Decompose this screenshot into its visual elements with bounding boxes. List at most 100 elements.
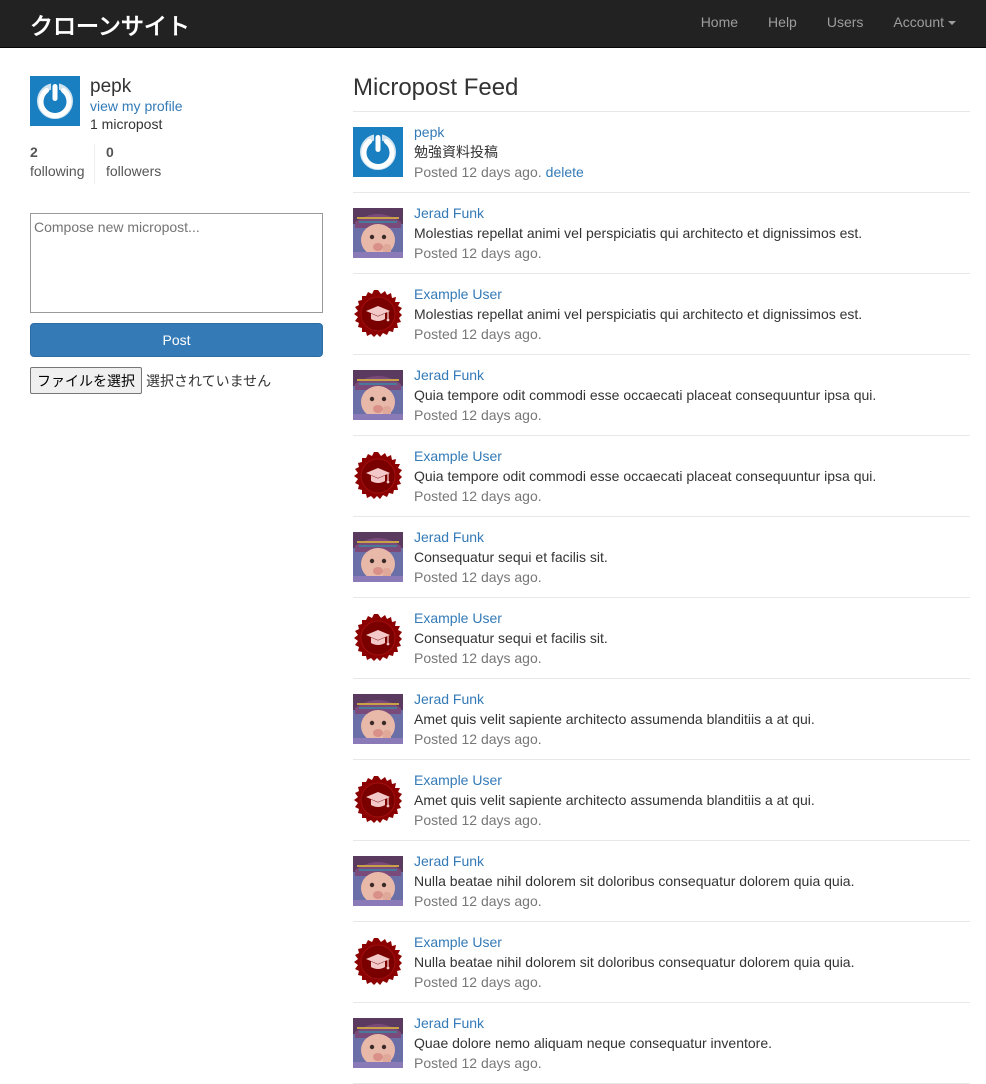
post-time-text: Posted 12 days ago. bbox=[414, 731, 542, 747]
user-info: pepk view my profile 1 micropost bbox=[30, 76, 323, 132]
feed-item: Jerad Funk Quia tempore odit commodi esse… bbox=[353, 355, 970, 436]
post-time-text: Posted 12 days ago. bbox=[414, 326, 542, 342]
choose-file-button[interactable]: ファイルを選択 bbox=[30, 367, 142, 394]
feed-item: pepk 勉強資料投稿 Posted 12 days ago. delete bbox=[353, 112, 970, 193]
post-content: 勉強資料投稿 bbox=[414, 144, 498, 160]
post-content: Amet quis velit sapiente architecto assu… bbox=[414, 792, 815, 808]
following-stat[interactable]: 2 following bbox=[30, 144, 95, 184]
followers-count: 0 bbox=[106, 144, 114, 160]
post-timestamp: Posted 12 days ago. bbox=[414, 569, 542, 586]
nav-help[interactable]: Help bbox=[753, 0, 812, 47]
followers-stat[interactable]: 0 followers bbox=[106, 144, 161, 184]
post-button[interactable]: Post bbox=[30, 323, 323, 357]
brand-logo[interactable]: クローンサイト bbox=[30, 7, 190, 41]
user-avatar[interactable] bbox=[30, 76, 80, 126]
post-content: Nulla beatae nihil dolorem sit doloribus… bbox=[414, 954, 855, 970]
following-label: following bbox=[30, 163, 85, 179]
post-content: Consequatur sequi et facilis sit. bbox=[414, 630, 608, 646]
post-user-link[interactable]: Jerad Funk bbox=[414, 205, 484, 222]
post-content: Molestias repellat animi vel perspiciati… bbox=[414, 225, 863, 241]
user-avatar[interactable] bbox=[353, 127, 403, 177]
delete-post-link[interactable]: delete bbox=[546, 164, 584, 180]
post-user-link[interactable]: Jerad Funk bbox=[414, 1015, 484, 1032]
post-content: Quia tempore odit commodi esse occaecati… bbox=[414, 387, 877, 403]
feed-item: Example User Amet quis velit sapiente arc… bbox=[353, 760, 970, 841]
post-timestamp: Posted 12 days ago. delete bbox=[414, 164, 584, 181]
post-user-link[interactable]: Example User bbox=[414, 286, 502, 303]
post-time-text: Posted 12 days ago. bbox=[414, 893, 542, 909]
post-user-link[interactable]: Jerad Funk bbox=[414, 691, 484, 708]
nav-account-dropdown[interactable]: Account bbox=[878, 0, 971, 47]
stats: 2 following 0 followers bbox=[30, 144, 323, 184]
post-time-text: Posted 12 days ago. bbox=[414, 650, 542, 666]
user-avatar[interactable] bbox=[353, 937, 403, 987]
post-content: Nulla beatae nihil dolorem sit doloribus… bbox=[414, 873, 855, 889]
feed-item: Example User Quia tempore odit commodi es… bbox=[353, 436, 970, 517]
micropost-count: 1 micropost bbox=[90, 116, 163, 132]
feed-item: Jerad Funk Nulla beatae nihil dolorem sit… bbox=[353, 841, 970, 922]
feed-item: Jerad Funk Amet quis velit sapiente archi… bbox=[353, 679, 970, 760]
feed-item: Jerad Funk Consequatur sequi et facilis s… bbox=[353, 517, 970, 598]
post-time-text: Posted 12 days ago. bbox=[414, 488, 542, 504]
post-content: Molestias repellat animi vel perspiciati… bbox=[414, 306, 863, 322]
sidebar: pepk view my profile 1 micropost 2 follo… bbox=[30, 76, 323, 394]
user-avatar[interactable] bbox=[353, 694, 403, 744]
nav-menu: Home Help Users Account bbox=[686, 0, 971, 47]
user-name: pepk bbox=[90, 76, 132, 97]
main-content: Micropost Feed pepk 勉強資料投稿 Posted 12 days … bbox=[353, 66, 970, 1084]
post-time-text: Posted 12 days ago. bbox=[414, 164, 542, 180]
post-user-link[interactable]: Jerad Funk bbox=[414, 367, 484, 384]
user-avatar[interactable] bbox=[353, 613, 403, 663]
navbar: クローンサイト Home Help Users Account bbox=[0, 0, 986, 48]
post-user-link[interactable]: Example User bbox=[414, 610, 502, 627]
view-profile-link[interactable]: view my profile bbox=[90, 98, 183, 115]
post-timestamp: Posted 12 days ago. bbox=[414, 812, 542, 829]
followers-label: followers bbox=[106, 163, 162, 179]
feed-item: Jerad Funk Molestias repellat animi vel p… bbox=[353, 193, 970, 274]
post-time-text: Posted 12 days ago. bbox=[414, 245, 542, 261]
post-content: Quae dolore nemo aliquam neque consequat… bbox=[414, 1035, 773, 1051]
post-time-text: Posted 12 days ago. bbox=[414, 569, 542, 585]
post-timestamp: Posted 12 days ago. bbox=[414, 974, 542, 991]
post-user-link[interactable]: Example User bbox=[414, 772, 502, 789]
post-timestamp: Posted 12 days ago. bbox=[414, 1055, 542, 1072]
post-user-link[interactable]: Jerad Funk bbox=[414, 853, 484, 870]
post-time-text: Posted 12 days ago. bbox=[414, 812, 542, 828]
micropost-feed: pepk 勉強資料投稿 Posted 12 days ago. delete Jerad… bbox=[353, 112, 970, 1084]
user-avatar[interactable] bbox=[353, 532, 403, 582]
feed-title: Micropost Feed bbox=[353, 66, 970, 112]
post-timestamp: Posted 12 days ago. bbox=[414, 245, 542, 262]
user-avatar[interactable] bbox=[353, 370, 403, 420]
post-timestamp: Posted 12 days ago. bbox=[414, 326, 542, 343]
feed-item: Jerad Funk Quae dolore nemo aliquam neque… bbox=[353, 1003, 970, 1084]
post-timestamp: Posted 12 days ago. bbox=[414, 650, 542, 667]
user-avatar[interactable] bbox=[353, 208, 403, 258]
post-user-link[interactable]: Example User bbox=[414, 448, 502, 465]
compose-micropost-input[interactable] bbox=[30, 213, 323, 313]
feed-item: Example User Nulla beatae nihil dolorem s… bbox=[353, 922, 970, 1003]
post-content: Amet quis velit sapiente architecto assu… bbox=[414, 711, 815, 727]
user-avatar[interactable] bbox=[353, 1018, 403, 1068]
user-avatar[interactable] bbox=[353, 451, 403, 501]
post-timestamp: Posted 12 days ago. bbox=[414, 488, 542, 505]
nav-account-label: Account bbox=[893, 14, 944, 30]
feed-item: Example User Consequatur sequi et facilis… bbox=[353, 598, 970, 679]
nav-users[interactable]: Users bbox=[812, 0, 879, 47]
user-avatar[interactable] bbox=[353, 856, 403, 906]
user-avatar[interactable] bbox=[353, 775, 403, 825]
post-user-link[interactable]: pepk bbox=[414, 124, 444, 141]
post-user-link[interactable]: Example User bbox=[414, 934, 502, 951]
post-time-text: Posted 12 days ago. bbox=[414, 974, 542, 990]
file-upload: ファイルを選択 選択されていません bbox=[30, 367, 271, 394]
post-content: Quia tempore odit commodi esse occaecati… bbox=[414, 468, 877, 484]
post-time-text: Posted 12 days ago. bbox=[414, 407, 542, 423]
feed-item: Example User Molestias repellat animi vel… bbox=[353, 274, 970, 355]
following-count: 2 bbox=[30, 144, 38, 160]
post-time-text: Posted 12 days ago. bbox=[414, 1055, 542, 1071]
post-timestamp: Posted 12 days ago. bbox=[414, 407, 542, 424]
post-timestamp: Posted 12 days ago. bbox=[414, 893, 542, 910]
post-user-link[interactable]: Jerad Funk bbox=[414, 529, 484, 546]
user-avatar[interactable] bbox=[353, 289, 403, 339]
nav-home[interactable]: Home bbox=[686, 0, 753, 47]
chevron-down-icon bbox=[948, 21, 956, 26]
